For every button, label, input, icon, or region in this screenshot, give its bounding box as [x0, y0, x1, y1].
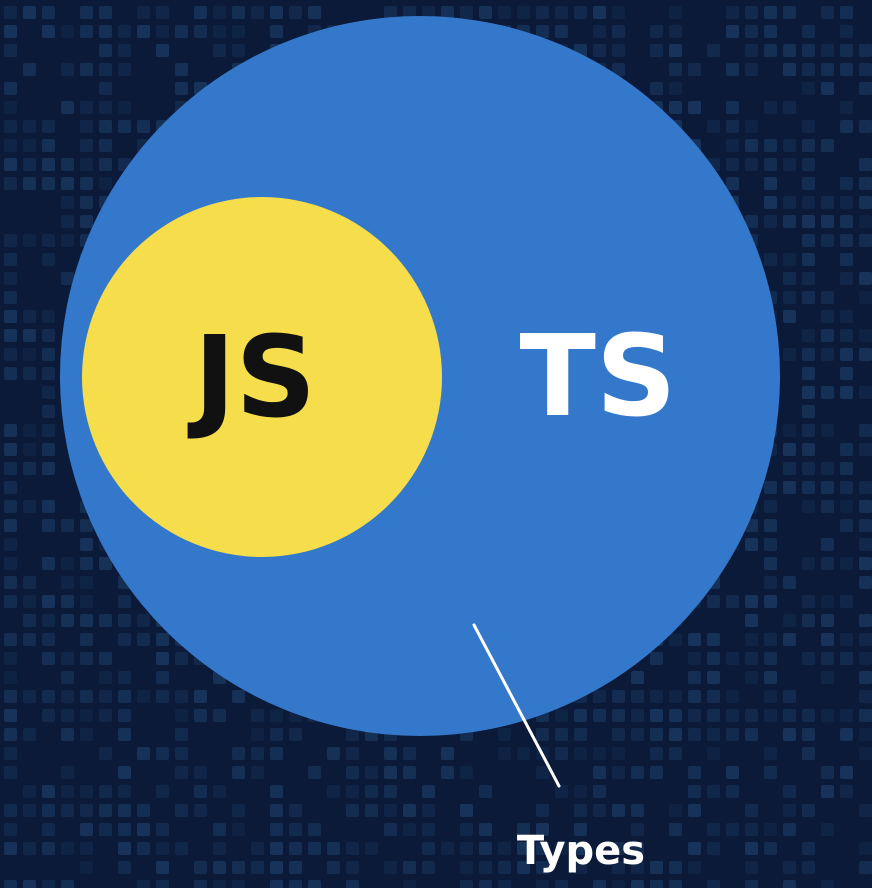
- venn-diagram: JS TS Types: [60, 16, 780, 874]
- js-label: JS: [187, 313, 316, 443]
- diagram-canvas: JS TS Types: [0, 0, 872, 888]
- ts-label: TS: [519, 312, 676, 442]
- types-label: Types: [517, 828, 645, 874]
